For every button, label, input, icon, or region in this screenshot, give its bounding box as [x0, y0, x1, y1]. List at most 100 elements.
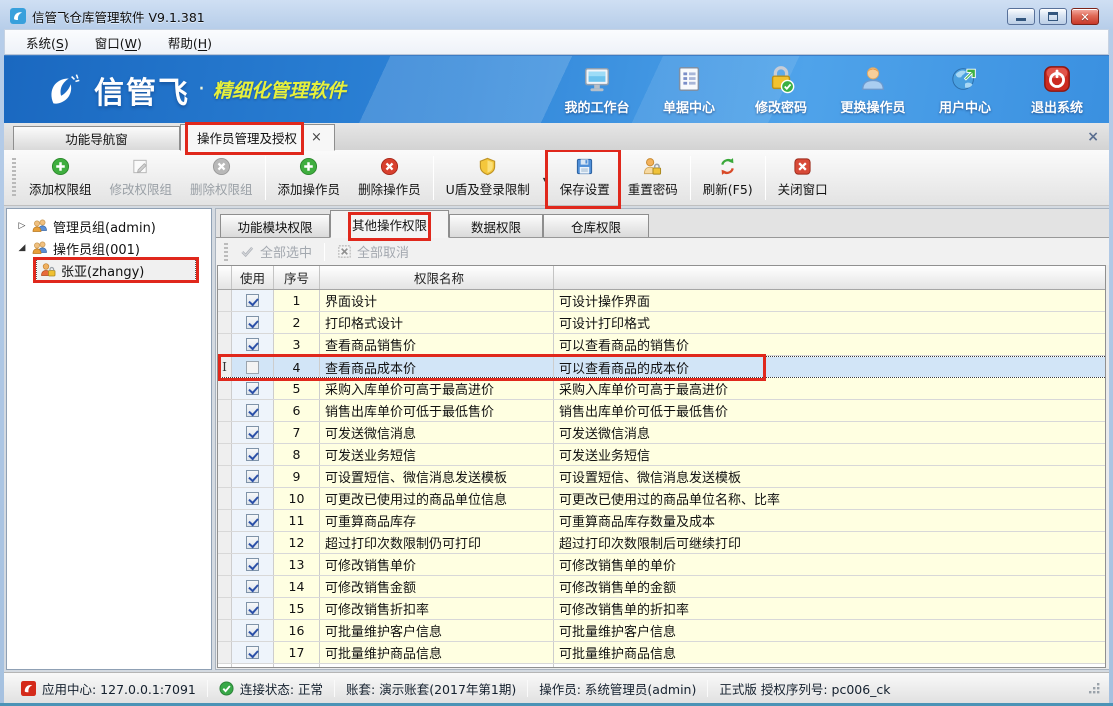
group-icon — [32, 240, 48, 256]
subtab-data-permissions[interactable]: 数据权限 — [449, 214, 543, 237]
row-checkbox[interactable] — [246, 646, 259, 659]
permission-row-15[interactable]: 15可修改销售折扣率可修改销售单的折扣率 — [218, 598, 1105, 620]
close-button[interactable] — [1071, 8, 1099, 25]
toolbar-refresh[interactable]: 刷新(F5) — [694, 153, 762, 203]
permission-description-cell: 可设置短信、微信消息发送模板 — [554, 466, 1105, 487]
subtab-module-permissions[interactable]: 功能模块权限 — [220, 214, 330, 237]
row-checkbox[interactable] — [246, 316, 259, 329]
row-checkbox[interactable] — [246, 382, 259, 395]
row-indicator — [218, 554, 232, 575]
toolbar-add-permission-group[interactable]: 添加权限组 — [20, 153, 101, 203]
row-checkbox[interactable] — [246, 338, 259, 351]
operator-lock-icon — [40, 262, 56, 278]
tree-item-admin-group[interactable]: ▷管理员组(admin) — [7, 215, 211, 237]
row-checkbox[interactable] — [246, 294, 259, 307]
permission-description-cell: 销售出库单价可低于最低售价 — [554, 400, 1105, 421]
index-cell: 9 — [274, 466, 320, 487]
row-checkbox[interactable] — [246, 558, 259, 571]
tree-item-operator-zhangy[interactable]: 张亚(zhangy) — [7, 259, 211, 281]
toolbar-button-label: 删除操作员 — [358, 179, 421, 198]
permission-row-8[interactable]: 8可发送业务短信可发送业务短信 — [218, 444, 1105, 466]
save-icon — [575, 157, 594, 176]
tab-nav-window[interactable]: 功能导航窗 — [13, 126, 180, 150]
index-cell: 13 — [274, 554, 320, 575]
add-icon — [299, 157, 318, 176]
row-checkbox[interactable] — [246, 580, 259, 593]
permission-row-5[interactable]: 5采购入库单价可高于最高进价采购入库单价可高于最高进价 — [218, 378, 1105, 400]
subtab-warehouse-permissions[interactable]: 仓库权限 — [543, 214, 649, 237]
use-cell — [232, 357, 274, 377]
banner-action-change-password[interactable]: 修改密码 — [743, 64, 819, 116]
permission-row-16[interactable]: 16可批量维护客户信息可批量维护客户信息 — [218, 620, 1105, 642]
permission-row-11[interactable]: 11可重算商品库存可重算商品库存数量及成本 — [218, 510, 1105, 532]
row-indicator — [218, 642, 232, 663]
toolbar-separator — [547, 156, 548, 200]
permission-row-4[interactable]: I4查看商品成本价可以查看商品的成本价 — [218, 356, 1105, 378]
toolbar-close-window[interactable]: 关闭窗口 — [769, 153, 837, 203]
banner-action-user-center[interactable]: 用户中心 — [927, 64, 1003, 116]
permission-row-7[interactable]: 7可发送微信消息可发送微信消息 — [218, 422, 1105, 444]
window-controls — [1007, 8, 1105, 25]
resize-grip[interactable] — [1088, 682, 1103, 695]
row-checkbox[interactable] — [246, 536, 259, 549]
permission-row-10[interactable]: 10可更改已使用过的商品单位信息可更改已使用过的商品单位名称、比率 — [218, 488, 1105, 510]
row-checkbox[interactable] — [246, 624, 259, 637]
index-cell: 12 — [274, 532, 320, 553]
row-checkbox[interactable] — [246, 361, 259, 374]
permission-row-1[interactable]: 1界面设计可设计操作界面 — [218, 290, 1105, 312]
banner-action-document-center[interactable]: 单据中心 — [651, 64, 727, 116]
dropdown-arrow-icon[interactable]: ▾ — [543, 175, 547, 184]
panel-close-icon[interactable]: × — [1087, 129, 1099, 145]
use-cell — [232, 444, 274, 465]
tab-close-icon[interactable]: × — [311, 130, 322, 145]
row-indicator — [218, 422, 232, 443]
use-cell — [232, 576, 274, 597]
menu-item-help[interactable]: 帮助(H) — [155, 30, 225, 55]
row-checkbox[interactable] — [246, 492, 259, 505]
toolbar-save-settings[interactable]: 保存设置 — [551, 153, 619, 203]
maximize-button[interactable] — [1039, 8, 1067, 25]
toolbar-add-operator[interactable]: 添加操作员 — [269, 153, 350, 203]
status-app-center: 应用中心: 127.0.0.1:7091 — [10, 679, 207, 698]
toolbar-delete-operator[interactable]: 删除操作员 — [349, 153, 430, 203]
row-checkbox[interactable] — [246, 470, 259, 483]
brand-name: 信管飞 — [94, 68, 190, 112]
selection-toolbar-separator — [324, 243, 325, 261]
toolbar-separator — [265, 156, 266, 200]
banner-action-switch-operator[interactable]: 更换操作员 — [835, 64, 911, 116]
permission-row-17[interactable]: 17可批量维护商品信息可批量维护商品信息 — [218, 642, 1105, 664]
banner-action-my-workbench[interactable]: 我的工作台 — [559, 64, 635, 116]
row-checkbox[interactable] — [246, 514, 259, 527]
permission-name-cell: 查看商品成本价 — [320, 357, 554, 377]
tree-item-operator-group[interactable]: ◢操作员组(001) — [7, 237, 211, 259]
permission-row-14[interactable]: 14可修改销售金额可修改销售单的金额 — [218, 576, 1105, 598]
banner-action-exit-system[interactable]: 退出系统 — [1019, 64, 1095, 116]
toolbar-ukey-login-limit[interactable]: U盾及登录限制▾ — [437, 153, 544, 203]
tab-operator-management[interactable]: 操作员管理及授权× — [180, 124, 335, 151]
toolbar-button-label: 添加操作员 — [278, 179, 341, 198]
permission-row-3[interactable]: 3查看商品销售价可以查看商品的销售价 — [218, 334, 1105, 356]
permission-row-9[interactable]: 9可设置短信、微信消息发送模板可设置短信、微信消息发送模板 — [218, 466, 1105, 488]
permission-description-cell: 可批量维护客户信息 — [554, 620, 1105, 641]
row-checkbox[interactable] — [246, 426, 259, 439]
row-checkbox[interactable] — [246, 448, 259, 461]
tab-label: 功能导航窗 — [65, 129, 128, 148]
expand-arrow-icon[interactable]: ▷ — [15, 221, 29, 231]
minimize-button[interactable] — [1007, 8, 1035, 25]
toolbar-button-label: 保存设置 — [560, 179, 610, 198]
app-logo-icon — [10, 8, 26, 24]
permission-row-12[interactable]: 12超过打印次数限制仍可打印超过打印次数限制后可继续打印 — [218, 532, 1105, 554]
deselect-all-icon — [337, 244, 352, 259]
menu-item-window[interactable]: 窗口(W) — [82, 30, 155, 55]
row-checkbox[interactable] — [246, 404, 259, 417]
select-all-icon — [240, 244, 255, 259]
row-checkbox[interactable] — [246, 602, 259, 615]
collapse-arrow-icon[interactable]: ◢ — [15, 243, 29, 253]
toolbar-reset-password[interactable]: 重置密码 — [619, 153, 687, 203]
permission-row-2[interactable]: 2打印格式设计可设计打印格式 — [218, 312, 1105, 334]
subtab-other-permissions[interactable]: 其他操作权限 — [330, 210, 449, 238]
menu-item-system[interactable]: 系统(S) — [13, 30, 82, 55]
permission-row-13[interactable]: 13可修改销售单价可修改销售单的单价 — [218, 554, 1105, 576]
permission-row-6[interactable]: 6销售出库单价可低于最低售价销售出库单价可低于最低售价 — [218, 400, 1105, 422]
app-banner: 信管飞 · 精细化管理软件 我的工作台单据中心修改密码更换操作员用户中心退出系统 — [4, 55, 1109, 123]
